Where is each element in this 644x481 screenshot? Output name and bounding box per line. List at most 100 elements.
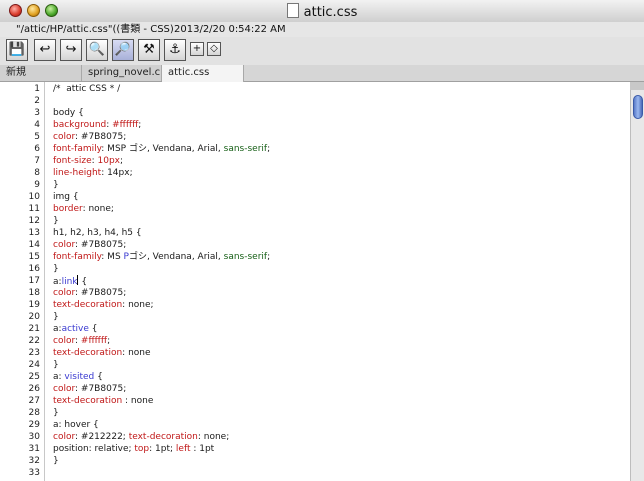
code-line[interactable]: 21 a:active { <box>0 323 630 335</box>
code-line[interactable]: 29 a: hover { <box>0 419 630 431</box>
code-line[interactable]: 10 img { <box>0 191 630 203</box>
code-line[interactable]: 26 color: #7B8075; <box>0 383 630 395</box>
line-number: 33 <box>28 468 40 478</box>
line-number: 3 <box>34 108 40 118</box>
code-token: color <box>53 336 76 346</box>
code-token: ; <box>267 144 271 154</box>
code-line[interactable]: 4 background: #ffffff; <box>0 119 630 131</box>
code-text: font-size: 10px; <box>53 155 123 167</box>
code-text: a:active { <box>53 323 98 335</box>
line-number: 9 <box>34 180 40 190</box>
line-number: 21 <box>28 324 40 334</box>
code-token: : none; <box>122 300 154 310</box>
code-text: border: none; <box>53 203 114 215</box>
code-line[interactable]: 12} <box>0 215 630 227</box>
code-token: font-family <box>53 144 102 154</box>
window-title-text: attic.css <box>303 5 358 20</box>
code-line[interactable]: 27 text-decoration : none <box>0 395 630 407</box>
code-token: line-height <box>53 168 102 178</box>
code-line[interactable]: 13 h1, h2, h3, h4, h5 { <box>0 227 630 239</box>
code-text: color: #7B8075; <box>53 287 126 299</box>
code-token: { <box>94 372 103 382</box>
code-line[interactable]: 17 a:link { <box>0 275 630 287</box>
line-number: 18 <box>28 288 40 298</box>
code-line[interactable]: 15 font-family: MS Pゴシ, Vendana, Arial, s… <box>0 251 630 263</box>
tab-new[interactable]: 新規 <box>0 65 82 81</box>
code-token: active <box>61 324 89 334</box>
find-icon[interactable]: 🔍 <box>86 39 108 61</box>
line-number: 22 <box>28 336 40 346</box>
code-token: a: hover { <box>53 420 99 430</box>
code-text: } <box>53 215 59 227</box>
code-token: img { <box>53 192 79 202</box>
code-line[interactable]: 30 color: #212222; text-decoration: none; <box>0 431 630 443</box>
code-token: position: relative; <box>53 444 135 454</box>
code-text: color: #7B8075; <box>53 239 126 251</box>
code-line[interactable]: 14 color: #7B8075; <box>0 239 630 251</box>
undo-icon[interactable]: ↩ <box>34 39 56 61</box>
code-text: font-family: MS Pゴシ, Vendana, Arial, san… <box>53 251 270 263</box>
code-token: visited <box>64 372 95 382</box>
code-token: ; <box>107 336 111 346</box>
save-icon[interactable]: 💾 <box>6 39 28 61</box>
code-line[interactable]: 1 /* attic CSS * / <box>0 83 630 95</box>
code-token: color <box>53 384 76 394</box>
code-line[interactable]: 24} <box>0 359 630 371</box>
code-text: color: #7B8075; <box>53 131 126 143</box>
code-text: color: #ffffff; <box>53 335 110 347</box>
line-number: 28 <box>28 408 40 418</box>
line-number: 30 <box>28 432 40 442</box>
code-text: color: #212222; text-decoration: none; <box>53 431 229 443</box>
diamond-icon[interactable]: ◇ <box>207 42 221 56</box>
line-number: 10 <box>28 192 40 202</box>
code-token: #ffffff <box>112 120 139 130</box>
line-number: 16 <box>28 264 40 274</box>
multi-replace-icon[interactable]: ⚓ <box>164 39 186 61</box>
code-line[interactable]: 5 color: #7B8075; <box>0 131 630 143</box>
code-line[interactable]: 8 line-height: 14px; <box>0 167 630 179</box>
plus-icon[interactable]: + <box>190 42 204 56</box>
code-line[interactable]: 22 color: #ffffff; <box>0 335 630 347</box>
code-line[interactable]: 6 font-family: MSP ゴシ, Vendana, Arial, sa… <box>0 143 630 155</box>
code-line[interactable]: 11 border: none; <box>0 203 630 215</box>
code-token: left <box>175 444 191 454</box>
code-line[interactable]: 33 <box>0 467 630 479</box>
code-text: } <box>53 455 59 467</box>
code-token: sans-serif <box>223 144 268 154</box>
code-token: body { <box>53 108 84 118</box>
code-token: : none; <box>197 432 230 442</box>
code-line[interactable]: 23 text-decoration: none <box>0 347 630 359</box>
code-token: : #212222; <box>75 432 129 442</box>
tab-spring-novel[interactable]: spring_novel.c <box>82 65 162 81</box>
scrollbar-thumb[interactable] <box>633 95 643 119</box>
code-text: h1, h2, h3, h4, h5 { <box>53 227 142 239</box>
code-line[interactable]: 25 a: visited { <box>0 371 630 383</box>
split-handle[interactable] <box>630 82 644 90</box>
code-text: a: visited { <box>53 371 103 383</box>
code-token: : none <box>122 396 154 406</box>
code-line[interactable]: 16} <box>0 263 630 275</box>
vertical-scrollbar[interactable] <box>630 82 644 481</box>
code-line[interactable]: 28} <box>0 407 630 419</box>
code-token: text-decoration <box>53 300 123 310</box>
code-line[interactable]: 7 font-size: 10px; <box>0 155 630 167</box>
code-line[interactable]: 9} <box>0 179 630 191</box>
code-text: body { <box>53 107 84 119</box>
multi-search-icon[interactable]: ⚒ <box>138 39 160 61</box>
line-number: 19 <box>28 300 40 310</box>
line-number: 27 <box>28 396 40 406</box>
code-line[interactable]: 32} <box>0 455 630 467</box>
code-line[interactable]: 31 position: relative; top: 1pt; left : 1… <box>0 443 630 455</box>
code-token: } <box>53 180 59 190</box>
tab-attic-css[interactable]: attic.css <box>162 65 244 82</box>
code-line[interactable]: 3 body { <box>0 107 630 119</box>
code-line[interactable]: 2 <box>0 95 630 107</box>
code-line[interactable]: 19 text-decoration: none; <box>0 299 630 311</box>
code-text: color: #7B8075; <box>53 383 126 395</box>
redo-icon[interactable]: ↪ <box>60 39 82 61</box>
code-token: /* attic CSS * / <box>53 84 121 94</box>
find-replace-icon[interactable]: 🔎 <box>112 39 134 61</box>
code-line[interactable]: 20} <box>0 311 630 323</box>
code-editor[interactable]: 1/* attic CSS * /2 3 body {4 background: #f… <box>0 82 630 481</box>
code-line[interactable]: 18 color: #7B8075; <box>0 287 630 299</box>
